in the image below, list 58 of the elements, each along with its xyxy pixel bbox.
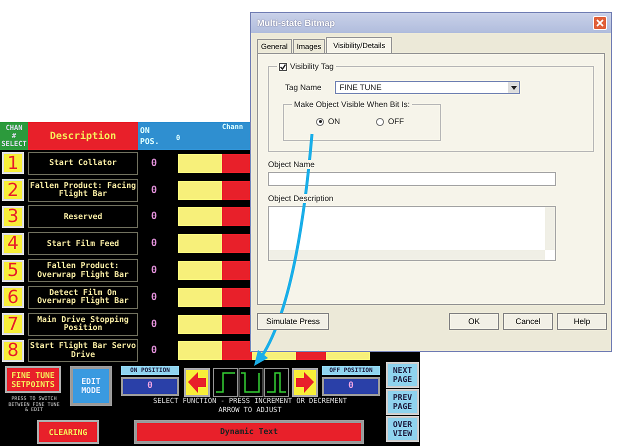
nav-button[interactable]: NEXT PAGE <box>386 362 419 388</box>
dialog-button[interactable]: Help <box>557 313 607 330</box>
object-description-field[interactable] <box>268 206 556 261</box>
on-position-value: 0 <box>150 345 158 356</box>
fine-tune-button[interactable]: FINE TUNE SETPOINTS <box>5 366 61 394</box>
channel-select-button[interactable]: 5 <box>2 260 24 282</box>
close-button[interactable] <box>593 16 607 30</box>
dialog-button[interactable]: OK <box>449 313 499 330</box>
radio-button[interactable] <box>316 118 324 126</box>
dialog-button[interactable]: Cancel <box>503 313 553 330</box>
right-arrow-button[interactable] <box>292 368 318 398</box>
channel-select-button[interactable]: 2 <box>2 179 24 202</box>
channel-select-button[interactable]: 1 <box>2 152 24 174</box>
column-header: ON POS. <box>138 122 170 150</box>
radio-label: OFF <box>388 117 404 126</box>
channel-description: Reserved <box>28 205 138 228</box>
channel-select-button[interactable]: 6 <box>2 286 24 308</box>
visibility-checkbox[interactable] <box>279 62 287 70</box>
field-label: Tag Name <box>285 83 322 92</box>
channel-select-button[interactable]: 7 <box>2 313 24 336</box>
channel-select-button[interactable]: 3 <box>2 206 24 228</box>
on-position-value: 0 <box>150 265 158 276</box>
window-title: Multi-state Bitmap <box>257 18 336 28</box>
on-position-field: 0 <box>121 377 179 396</box>
nav-button[interactable]: OVER VIEW <box>386 416 419 442</box>
field-label: Object Description <box>268 194 334 203</box>
nav-button[interactable]: PREV PAGE <box>386 389 419 416</box>
on-position-value: 0 <box>150 184 158 196</box>
checkbox-label: Visibility Tag <box>290 62 334 71</box>
channel-select-button[interactable]: 4 <box>2 232 24 255</box>
channel-description: Start Collator <box>28 152 138 175</box>
on-position-value: 0 <box>150 211 158 222</box>
channel-description: Main Drive Stopping Position <box>28 312 138 336</box>
field-label: Object Name <box>268 160 315 169</box>
radio-label: ON <box>328 117 340 126</box>
off-position-field: 0 <box>322 377 380 396</box>
on-position-value: 0 <box>150 158 158 169</box>
channel-select-button[interactable]: 8 <box>2 340 24 362</box>
channel-description: Fallen Product: Facing Flight Bar <box>28 178 138 202</box>
on-position-value: 0 <box>150 238 158 250</box>
group-label: Make Object Visible When Bit Is: <box>294 100 410 109</box>
close-icon <box>596 19 604 27</box>
clearing-button[interactable]: CLEARING <box>37 420 99 444</box>
tag-name-dropdown[interactable]: FINE TUNE <box>335 81 520 94</box>
channel-description: Start Film Feed <box>28 232 138 256</box>
channel-description: Detect Film On Overwrap Flight Bar <box>28 286 138 309</box>
object-name-field[interactable] <box>268 172 556 186</box>
channel-description: Fallen Product: Overwrap Flight Bar <box>28 259 138 282</box>
channel-description: Start Flight Bar Servo Drive <box>28 339 138 362</box>
column-header: Description <box>28 122 138 150</box>
dropdown-value: FINE TUNE <box>339 83 382 92</box>
simulate-press-button[interactable]: Simulate Press <box>257 313 329 330</box>
on-position-value: 0 <box>150 292 158 303</box>
on-position-value: 0 <box>150 318 158 330</box>
radio-button[interactable] <box>376 118 384 126</box>
left-arrow-button[interactable] <box>184 368 210 398</box>
dynamic-text-bar: Dynamic Text <box>134 420 364 444</box>
vertical-scrollbar <box>545 207 555 250</box>
